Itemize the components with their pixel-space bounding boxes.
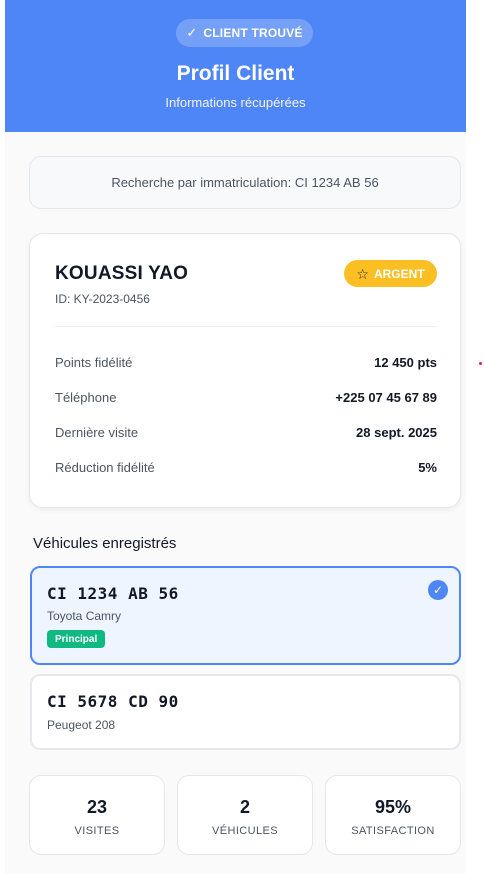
stat-value: 2	[239, 797, 250, 817]
stat-label: SATISFACTION	[351, 825, 435, 837]
detail-value: 5%	[418, 459, 437, 475]
stat-label: VISITES	[74, 825, 120, 837]
page: ✓ CLIENT TROUVÉ Profil Client Informatio…	[5, 0, 466, 874]
vehicle-model: Peugeot 208	[47, 718, 116, 732]
selected-check-icon: ✓	[428, 580, 448, 600]
search-summary: Recherche par immatriculation: CI 1234 A…	[29, 156, 461, 209]
indicator-dot	[479, 362, 482, 365]
client-card: KOUASSI YAO ID: KY-2023-0456 ☆ ARGENT Po…	[29, 233, 461, 508]
client-found-pill: ✓ CLIENT TROUVÉ	[176, 19, 313, 47]
stat-label: VÉHICULES	[212, 825, 278, 837]
vehicle-plate: CI 1234 AB 56	[47, 584, 179, 603]
vehicle-plate: CI 5678 CD 90	[47, 692, 179, 711]
loyalty-badge-label: ARGENT	[373, 266, 425, 281]
detail-label: Téléphone	[55, 389, 117, 405]
client-id: ID: KY-2023-0456	[55, 292, 150, 306]
detail-value: 28 sept. 2025	[356, 424, 437, 440]
client-name: KOUASSI YAO	[55, 263, 189, 284]
detail-row-phone: Téléphone +225 07 45 67 89	[55, 387, 437, 407]
client-found-label: CLIENT TROUVÉ	[203, 26, 303, 40]
stat-visits: 23 VISITES	[29, 775, 165, 855]
detail-value: 12 450 pts	[374, 354, 437, 370]
detail-row-discount: Réduction fidélité 5%	[55, 457, 437, 477]
detail-label: Réduction fidélité	[55, 459, 155, 475]
page-title: Profil Client	[176, 62, 295, 85]
detail-row-points: Points fidélité 12 450 pts	[55, 352, 437, 372]
divider	[55, 326, 437, 327]
stat-value: 95%	[374, 797, 412, 817]
detail-label: Points fidélité	[55, 354, 133, 370]
detail-row-last-visit: Dernière visite 28 sept. 2025	[55, 422, 437, 442]
vehicle-card-1[interactable]: CI 1234 AB 56 Toyota Camry Principal ✓	[30, 566, 461, 665]
vehicles-section-title: Véhicules enregistrés	[33, 535, 177, 552]
stat-vehicles: 2 VÉHICULES	[177, 775, 313, 855]
vehicle-card-2[interactable]: CI 5678 CD 90 Peugeot 208	[30, 674, 461, 750]
stat-value: 23	[86, 797, 108, 817]
star-icon: ☆	[356, 265, 369, 282]
loyalty-badge: ☆ ARGENT	[344, 260, 437, 287]
primary-tag: Principal	[47, 630, 106, 648]
stat-satisfaction: 95% SATISFACTION	[325, 775, 461, 855]
detail-label: Dernière visite	[55, 424, 139, 440]
vehicle-model: Toyota Camry	[47, 609, 122, 623]
header: ✓ CLIENT TROUVÉ Profil Client Informatio…	[5, 0, 466, 132]
detail-value: +225 07 45 67 89	[335, 389, 437, 405]
check-icon: ✓	[186, 25, 198, 40]
page-subtitle: Informations récupérées	[165, 95, 306, 110]
